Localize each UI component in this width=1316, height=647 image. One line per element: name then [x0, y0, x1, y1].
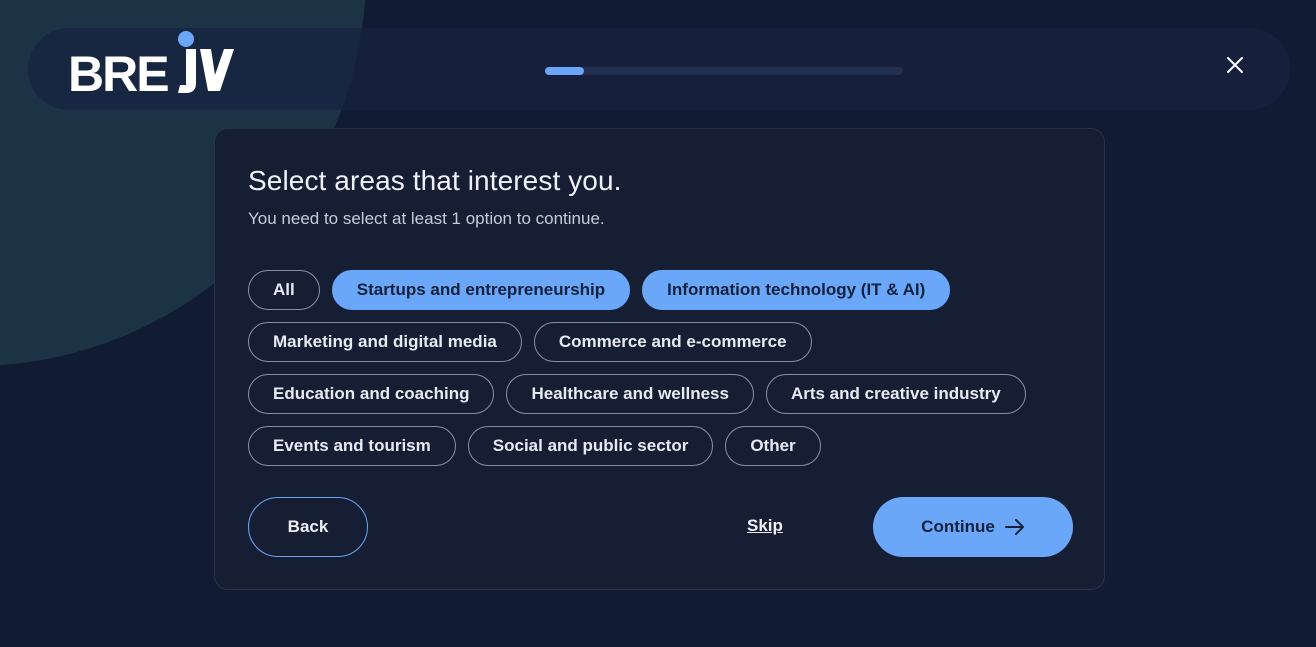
option-chip-all[interactable]: All — [248, 270, 320, 310]
arrow-right-icon — [1004, 519, 1024, 535]
option-chip-commerce[interactable]: Commerce and e-commerce — [533, 322, 812, 362]
option-chip-healthcare[interactable]: Healthcare and wellness — [506, 374, 754, 414]
options-row: Education and coaching Healthcare and we… — [248, 374, 1078, 414]
interest-options: All Startups and entrepreneurship Inform… — [248, 270, 1078, 478]
options-row: Events and tourism Social and public sec… — [248, 426, 1078, 466]
option-chip-information-technology[interactable]: Information technology (IT & AI) — [642, 270, 951, 310]
page-subtitle: You need to select at least 1 option to … — [248, 209, 605, 228]
page-title: Select areas that interest you. — [248, 165, 622, 196]
options-row: All Startups and entrepreneurship Inform… — [248, 270, 1078, 310]
option-chip-arts[interactable]: Arts and creative industry — [765, 374, 1026, 414]
option-chip-startups[interactable]: Startups and entrepreneurship — [331, 270, 631, 310]
option-chip-events[interactable]: Events and tourism — [248, 426, 456, 466]
progress-bar — [545, 67, 903, 75]
skip-link[interactable]: Skip — [747, 516, 783, 536]
progress-bar-fill — [545, 67, 585, 75]
continue-button-label: Continue — [921, 517, 995, 536]
option-chip-other[interactable]: Other — [725, 426, 821, 466]
interest-selection-card: Select areas that interest you. You need… — [214, 128, 1105, 590]
option-chip-education[interactable]: Education and coaching — [248, 374, 495, 414]
option-chip-marketing[interactable]: Marketing and digital media — [248, 322, 522, 362]
options-row: Marketing and digital media Commerce and… — [248, 322, 1078, 362]
svg-text:BRE: BRE — [68, 46, 168, 93]
option-chip-social[interactable]: Social and public sector — [467, 426, 714, 466]
back-button[interactable]: Back — [248, 497, 368, 557]
onboarding-screen: BRE Select areas that interest you. You … — [0, 0, 1316, 647]
close-icon[interactable] — [1219, 49, 1251, 81]
brand-logo: BRE — [68, 31, 234, 93]
continue-button[interactable]: Continue — [873, 497, 1073, 557]
